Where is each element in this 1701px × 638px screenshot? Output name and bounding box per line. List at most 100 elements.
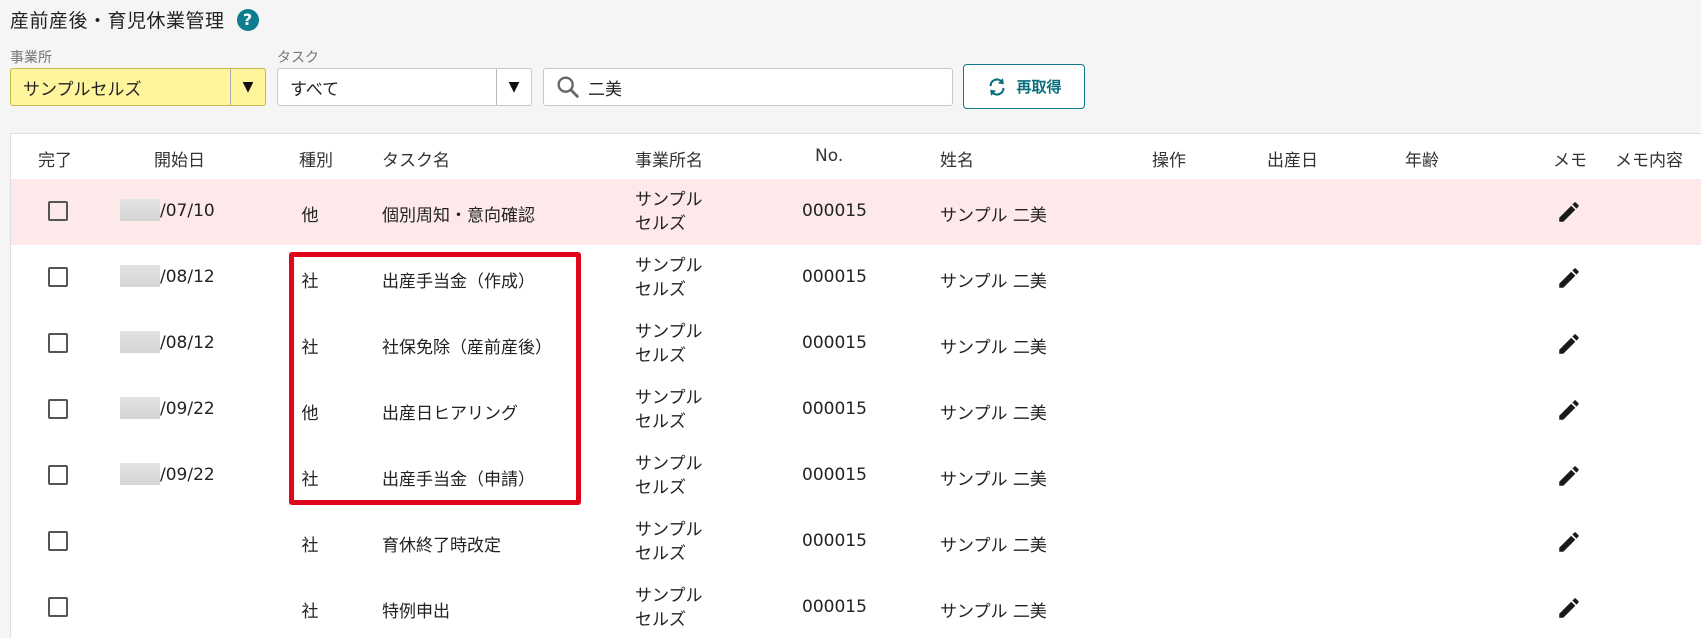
- redacted-year: [120, 199, 160, 221]
- search-box[interactable]: [543, 68, 953, 106]
- task-type: 社: [301, 602, 319, 622]
- task-type: 社: [301, 272, 319, 292]
- office-name: サンプル セルズ: [635, 584, 703, 632]
- task-name: 個別周知・意向確認: [382, 206, 535, 226]
- title-row: 産前産後・育児休業管理 ?: [10, 6, 259, 33]
- pencil-icon[interactable]: [1556, 595, 1582, 621]
- office-name-line2: セルズ: [635, 478, 686, 498]
- task-type: 社: [301, 338, 319, 358]
- office-name-line1: サンプル: [635, 520, 703, 540]
- triangle-down-icon[interactable]: ▼: [230, 69, 265, 105]
- task-type: 社: [301, 536, 319, 556]
- employee-no: 000015: [802, 333, 867, 353]
- pencil-icon[interactable]: [1556, 529, 1582, 555]
- done-checkbox[interactable]: [48, 267, 68, 287]
- pencil-icon[interactable]: [1556, 265, 1582, 291]
- office-name-line2: セルズ: [635, 280, 686, 300]
- office-name: サンプル セルズ: [635, 188, 703, 236]
- employee-no: 000015: [802, 531, 867, 551]
- pencil-icon[interactable]: [1556, 463, 1582, 489]
- task-name: 出産日ヒアリング: [382, 404, 518, 424]
- refresh-icon: [989, 77, 1006, 96]
- employee-name: サンプル 二美: [940, 536, 1047, 556]
- done-checkbox[interactable]: [48, 531, 68, 551]
- task-name: 特例申出: [382, 602, 450, 622]
- employee-name: サンプル 二美: [940, 602, 1047, 622]
- task-name: 社保免除（産前産後）: [382, 338, 552, 358]
- table-row[interactable]: /08/12 社 出産手当金（作成） サンプル セルズ 000015 サンプル 二美: [11, 245, 1701, 312]
- col-header-no[interactable]: No.: [815, 146, 843, 166]
- task-table: 完了 開始日 種別 タスク名 事業所名 No. 姓名 操作 出産日 年齢 メモ …: [10, 133, 1701, 638]
- office-name: サンプル セルズ: [635, 254, 703, 302]
- done-checkbox[interactable]: [48, 201, 68, 221]
- office-name: サンプル セルズ: [635, 386, 703, 434]
- employee-name: サンプル 二美: [940, 272, 1047, 292]
- col-header-memo[interactable]: メモ: [1553, 146, 1587, 171]
- employee-name: サンプル 二美: [940, 470, 1047, 490]
- employee-no: 000015: [802, 201, 867, 221]
- col-header-age[interactable]: 年齢: [1405, 146, 1439, 171]
- employee-no: 000015: [802, 597, 867, 617]
- start-date: /09/22: [160, 465, 215, 485]
- pencil-icon[interactable]: [1556, 331, 1582, 357]
- col-header-full-name[interactable]: 姓名: [940, 146, 974, 171]
- redacted-year: [120, 397, 160, 419]
- office-name-line2: セルズ: [635, 412, 686, 432]
- task-select-value: すべて: [290, 79, 340, 100]
- table-row[interactable]: /08/12 社 社保免除（産前産後） サンプル セルズ 000015 サンプル 二美: [11, 311, 1701, 378]
- help-icon[interactable]: ?: [236, 8, 259, 31]
- start-date: /09/22: [160, 399, 215, 419]
- office-name-line1: サンプル: [635, 322, 703, 342]
- task-name: 出産手当金（作成）: [382, 272, 535, 292]
- start-date: /08/12: [160, 267, 215, 287]
- employee-name: サンプル 二美: [940, 404, 1047, 424]
- redacted-year: [120, 331, 160, 353]
- office-name-line2: セルズ: [635, 214, 686, 234]
- col-header-action[interactable]: 操作: [1152, 146, 1186, 171]
- employee-name: サンプル 二美: [940, 206, 1047, 226]
- table-row[interactable]: /07/10 他 個別周知・意向確認 サンプル セルズ 000015 サンプル 二美: [11, 179, 1701, 246]
- col-header-memo-content[interactable]: メモ内容: [1615, 146, 1683, 171]
- task-select[interactable]: すべて ▼: [277, 68, 532, 106]
- col-header-birth-date[interactable]: 出産日: [1267, 146, 1318, 171]
- pencil-icon[interactable]: [1556, 199, 1582, 225]
- done-checkbox[interactable]: [48, 333, 68, 353]
- start-date: /07/10: [160, 201, 215, 221]
- done-checkbox[interactable]: [48, 597, 68, 617]
- office-select[interactable]: サンプルセルズ ▼: [10, 68, 266, 106]
- table-row[interactable]: 社 特例申出 サンプル セルズ 000015 サンプル 二美: [11, 575, 1701, 638]
- col-header-done[interactable]: 完了: [38, 146, 72, 171]
- start-date: /08/12: [160, 333, 215, 353]
- employee-no: 000015: [802, 465, 867, 485]
- office-name: サンプル セルズ: [635, 518, 703, 566]
- task-type: 他: [301, 404, 319, 424]
- office-name-line1: サンプル: [635, 190, 703, 210]
- table-row[interactable]: /09/22 社 出産手当金（申請） サンプル セルズ 000015 サンプル 二美: [11, 443, 1701, 510]
- task-type: 社: [301, 470, 319, 490]
- employee-name: サンプル 二美: [940, 338, 1047, 358]
- task-name: 育休終了時改定: [382, 536, 501, 556]
- refresh-label: 再取得: [1016, 78, 1062, 96]
- task-filter-label: タスク: [277, 50, 319, 66]
- triangle-down-icon[interactable]: ▼: [496, 69, 531, 105]
- done-checkbox[interactable]: [48, 399, 68, 419]
- search-icon: [557, 76, 579, 98]
- office-select-value: サンプルセルズ: [23, 79, 142, 100]
- col-header-office-name[interactable]: 事業所名: [635, 146, 703, 171]
- office-name-line2: セルズ: [635, 544, 686, 564]
- col-header-start-date[interactable]: 開始日: [154, 146, 205, 171]
- search-input[interactable]: [582, 76, 930, 98]
- col-header-type[interactable]: 種別: [299, 146, 333, 171]
- table-row[interactable]: /09/22 他 出産日ヒアリング サンプル セルズ 000015 サンプル 二美: [11, 377, 1701, 444]
- done-checkbox[interactable]: [48, 465, 68, 485]
- employee-no: 000015: [802, 399, 867, 419]
- office-name: サンプル セルズ: [635, 452, 703, 500]
- redacted-year: [120, 265, 160, 287]
- office-filter-label: 事業所: [10, 50, 52, 66]
- refresh-button[interactable]: 再取得: [963, 64, 1085, 109]
- col-header-task-name[interactable]: タスク名: [382, 146, 450, 171]
- office-name: サンプル セルズ: [635, 320, 703, 368]
- pencil-icon[interactable]: [1556, 397, 1582, 423]
- table-row[interactable]: 社 育休終了時改定 サンプルセルズ 000015 サンプル 二美: [11, 509, 1701, 576]
- office-name-line1: サンプル: [635, 586, 703, 606]
